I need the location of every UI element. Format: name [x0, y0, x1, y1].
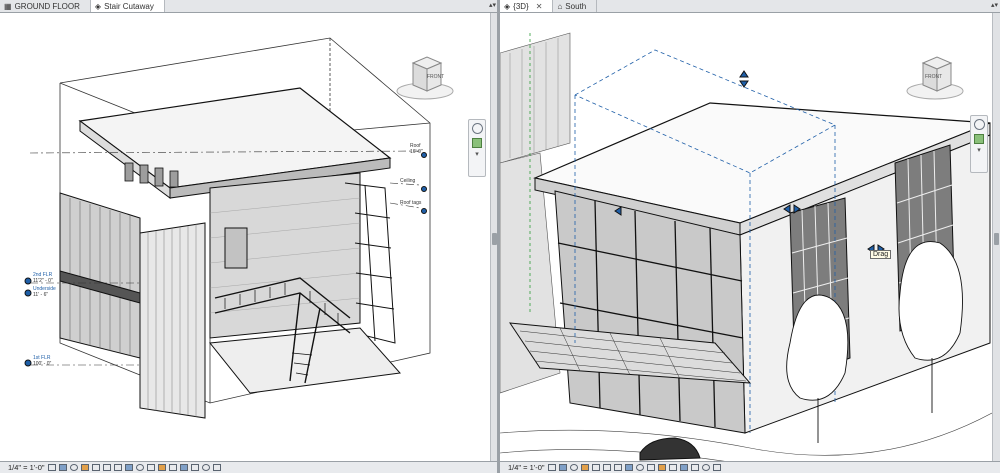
tab-ground-floor[interactable]: ▦ GROUND FLOOR — [0, 0, 91, 12]
floor-plan-icon: ▦ — [4, 1, 12, 11]
tag-roof-elev: 16'-0" — [410, 149, 423, 155]
level-elev-1st-flr: 100' - 0" — [33, 361, 52, 367]
shadows-icon[interactable] — [580, 464, 589, 471]
pane-divider[interactable] — [497, 0, 500, 473]
view-cube[interactable]: FRONT — [905, 51, 965, 107]
tab-label: Stair Cutaway — [104, 1, 154, 11]
tab-scroll-control[interactable]: ▴▾ — [489, 1, 496, 9]
level-elev-2nd-flr: 11'2" - 0" — [33, 278, 53, 284]
3d-view-icon: ◈ — [94, 1, 102, 11]
navigation-bar: ▾ — [970, 115, 988, 173]
tab-3d[interactable]: ◈ {3D} ✕ — [500, 0, 554, 12]
steering-wheel-icon[interactable] — [471, 123, 483, 134]
tab-scroll-control[interactable]: ▴▾ — [991, 1, 998, 9]
analytical-model-icon[interactable] — [157, 464, 166, 471]
render-icon[interactable] — [591, 464, 600, 471]
highlight-displacement-icon[interactable] — [668, 464, 677, 471]
scrollbar-thumb[interactable] — [994, 233, 999, 245]
view-properties-icon[interactable] — [190, 464, 199, 471]
detail-level-icon[interactable] — [547, 464, 556, 471]
visual-style-icon[interactable] — [58, 464, 67, 471]
detail-level-icon[interactable] — [47, 464, 56, 471]
scale-label[interactable]: 1/4" = 1'-0" — [508, 463, 545, 472]
navigation-bar: ▾ — [468, 119, 486, 177]
right-tab-bar: ◈ {3D} ✕ ⌂ South ▴▾ — [500, 0, 1000, 13]
elevation-icon: ⌂ — [557, 1, 563, 11]
3d-view-icon: ◈ — [504, 1, 511, 11]
3d-viewport[interactable]: Drag FRONT ▾ — [500, 13, 992, 462]
chevron-left-icon[interactable] — [712, 464, 721, 471]
view-cube-icon — [396, 56, 454, 100]
temporary-hide-icon[interactable] — [135, 464, 144, 471]
left-tab-bar: ▦ GROUND FLOOR ◈ Stair Cutaway ▴▾ — [0, 0, 498, 13]
worksharing-display-icon[interactable] — [701, 464, 710, 471]
tag-roof-tags[interactable]: Roof tags — [400, 200, 421, 206]
show-crop-region-icon[interactable] — [613, 464, 622, 471]
drag-tooltip: Drag — [870, 250, 892, 259]
scale-label[interactable]: 1/4" = 1'-0" — [8, 463, 45, 472]
show-constraints-icon[interactable] — [179, 464, 188, 471]
right-view-control-bar: 1/4" = 1'-0" — [500, 461, 1000, 473]
crop-view-icon[interactable] — [102, 464, 111, 471]
sun-path-icon[interactable] — [69, 464, 78, 471]
chevron-left-icon[interactable] — [212, 464, 221, 471]
show-crop-region-icon[interactable] — [113, 464, 122, 471]
zoom-icon[interactable] — [974, 134, 984, 144]
shadows-icon[interactable] — [80, 464, 89, 471]
lock-view-icon[interactable] — [624, 464, 633, 471]
render-icon[interactable] — [91, 464, 100, 471]
stair-cutaway-viewport[interactable]: 2nd FLR 11'2" - 0" Underside 11' - 6" 1s… — [0, 13, 490, 462]
visual-style-icon[interactable] — [558, 464, 567, 471]
tab-south[interactable]: ⌂ South — [553, 0, 598, 12]
temporary-hide-icon[interactable] — [635, 464, 644, 471]
level-elev-underside: 11' - 6" — [33, 292, 49, 298]
analytical-model-icon[interactable] — [657, 464, 666, 471]
reveal-hidden-icon[interactable] — [646, 464, 655, 471]
lock-view-icon[interactable] — [124, 464, 133, 471]
tab-label: {3D} — [513, 1, 529, 11]
steering-wheel-icon[interactable] — [973, 119, 985, 130]
chevron-down-icon[interactable]: ▾ — [475, 151, 479, 158]
left-view-control-bar: 1/4" = 1'-0" — [0, 461, 498, 473]
right-vertical-scrollbar[interactable] — [992, 13, 1000, 462]
zoom-icon[interactable] — [472, 138, 482, 148]
view-properties-icon[interactable] — [690, 464, 699, 471]
close-icon[interactable]: ✕ — [536, 2, 543, 11]
view-cube[interactable]: FRONT — [395, 51, 455, 107]
reveal-hidden-icon[interactable] — [146, 464, 155, 471]
view-cube-face[interactable]: FRONT — [925, 74, 942, 80]
highlight-displacement-icon[interactable] — [168, 464, 177, 471]
chevron-down-icon[interactable]: ▾ — [977, 147, 981, 154]
tab-label: GROUND FLOOR — [14, 1, 80, 11]
tag-ceiling[interactable]: Ceiling — [400, 178, 415, 184]
show-constraints-icon[interactable] — [679, 464, 688, 471]
tab-label: South — [565, 1, 587, 11]
sun-path-icon[interactable] — [569, 464, 578, 471]
worksharing-display-icon[interactable] — [201, 464, 210, 471]
view-cube-face[interactable]: FRONT — [427, 74, 444, 80]
tab-stair-cutaway[interactable]: ◈ Stair Cutaway — [90, 0, 165, 12]
crop-view-icon[interactable] — [602, 464, 611, 471]
